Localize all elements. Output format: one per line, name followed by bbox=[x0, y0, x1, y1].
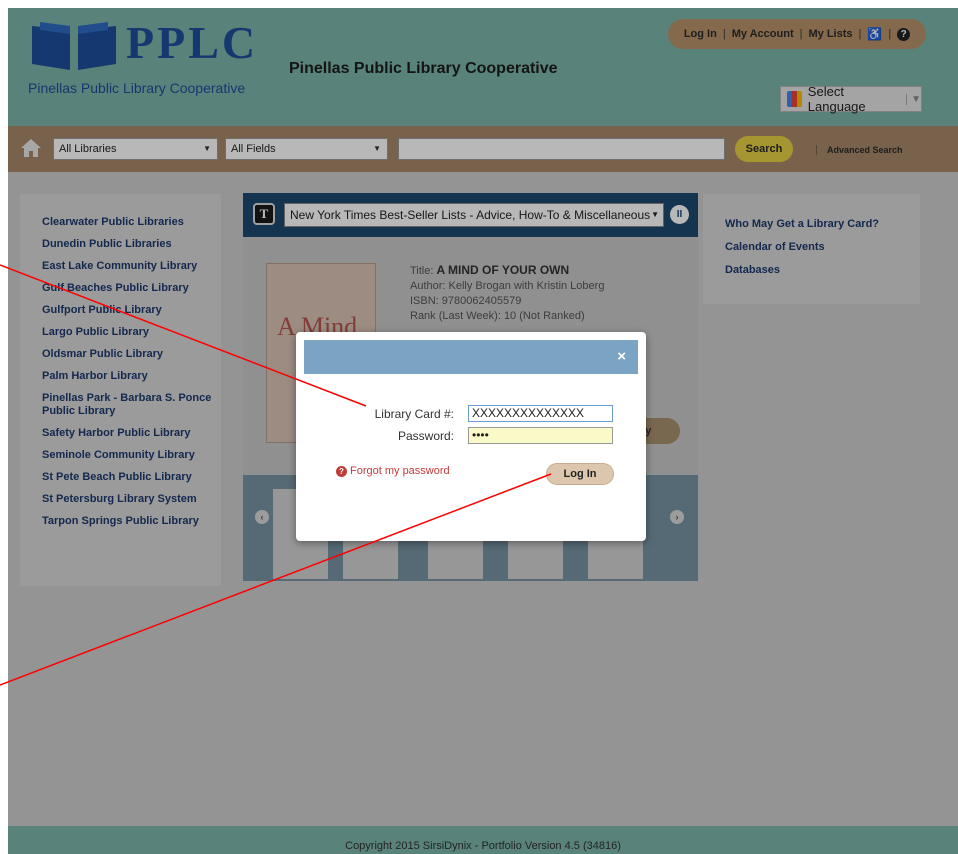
library-card-label: Library Card #: bbox=[374, 407, 454, 421]
dialog-header: × bbox=[304, 340, 638, 374]
close-icon[interactable]: × bbox=[617, 349, 626, 364]
login-button[interactable]: Log In bbox=[546, 463, 614, 485]
question-icon: ? bbox=[336, 466, 347, 477]
password-label: Password: bbox=[397, 429, 454, 443]
forgot-password-label: Forgot my password bbox=[350, 465, 450, 477]
forgot-password-link[interactable]: ? Forgot my password bbox=[336, 465, 450, 477]
password-input[interactable]: •••• bbox=[468, 427, 613, 444]
library-card-input[interactable]: XXXXXXXXXXXXXX bbox=[468, 405, 613, 422]
login-dialog: × Library Card #: XXXXXXXXXXXXXX Passwor… bbox=[296, 332, 646, 541]
